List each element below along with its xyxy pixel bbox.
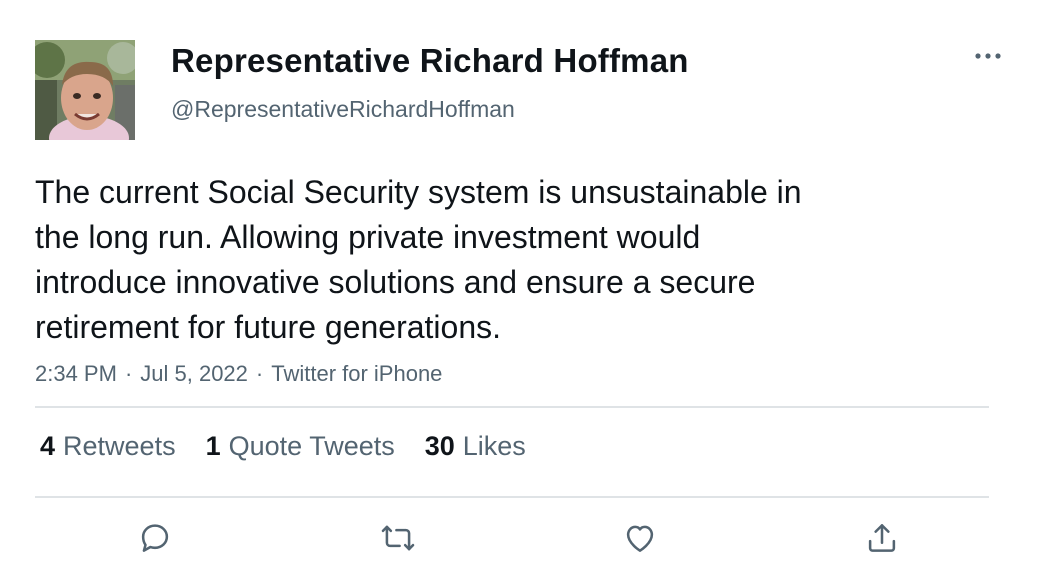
- meta-separator: ·: [255, 361, 264, 386]
- quote-tweets-stat[interactable]: 1 Quote Tweets: [206, 431, 395, 462]
- retweets-stat[interactable]: 4 Retweets: [40, 431, 176, 462]
- quote-tweets-count: 1: [205, 431, 221, 461]
- reply-button[interactable]: [135, 518, 175, 558]
- tweet-time[interactable]: 2:34 PM: [35, 361, 117, 386]
- more-options-button[interactable]: [968, 40, 1008, 72]
- tweet-meta: 2:34 PM · Jul 5, 2022 · Twitter for iPhone: [35, 361, 442, 387]
- meta-separator: ·: [124, 361, 133, 386]
- likes-count: 30: [424, 431, 455, 461]
- like-button[interactable]: [620, 518, 660, 558]
- user-handle[interactable]: @RepresentativeRichardHoffman: [171, 96, 515, 123]
- divider: [35, 496, 989, 498]
- retweet-button[interactable]: [378, 518, 418, 558]
- retweets-label: Retweets: [63, 431, 176, 461]
- tweet-date[interactable]: Jul 5, 2022: [140, 361, 248, 386]
- share-icon: [868, 524, 896, 552]
- tweet-text: The current Social Security system is un…: [35, 174, 802, 345]
- likes-stat[interactable]: 30 Likes: [425, 431, 526, 462]
- more-horizontal-icon: [975, 53, 1001, 59]
- share-button[interactable]: [862, 518, 902, 558]
- avatar-photo: [35, 40, 135, 140]
- heart-icon: [626, 525, 654, 552]
- display-name[interactable]: Representative Richard Hoffman: [171, 42, 689, 80]
- divider: [35, 406, 989, 408]
- tweet-card: Representative Richard Hoffman @Represen…: [0, 0, 1050, 570]
- reply-icon: [141, 524, 169, 552]
- retweets-count: 4: [40, 431, 56, 461]
- retweet-icon: [381, 525, 415, 551]
- quote-tweets-label: Quote Tweets: [228, 431, 395, 461]
- likes-label: Likes: [462, 431, 526, 461]
- avatar[interactable]: [35, 40, 135, 140]
- tweet-stats: 4 Retweets 1 Quote Tweets 30 Likes: [40, 431, 556, 462]
- tweet-source[interactable]: Twitter for iPhone: [271, 361, 442, 386]
